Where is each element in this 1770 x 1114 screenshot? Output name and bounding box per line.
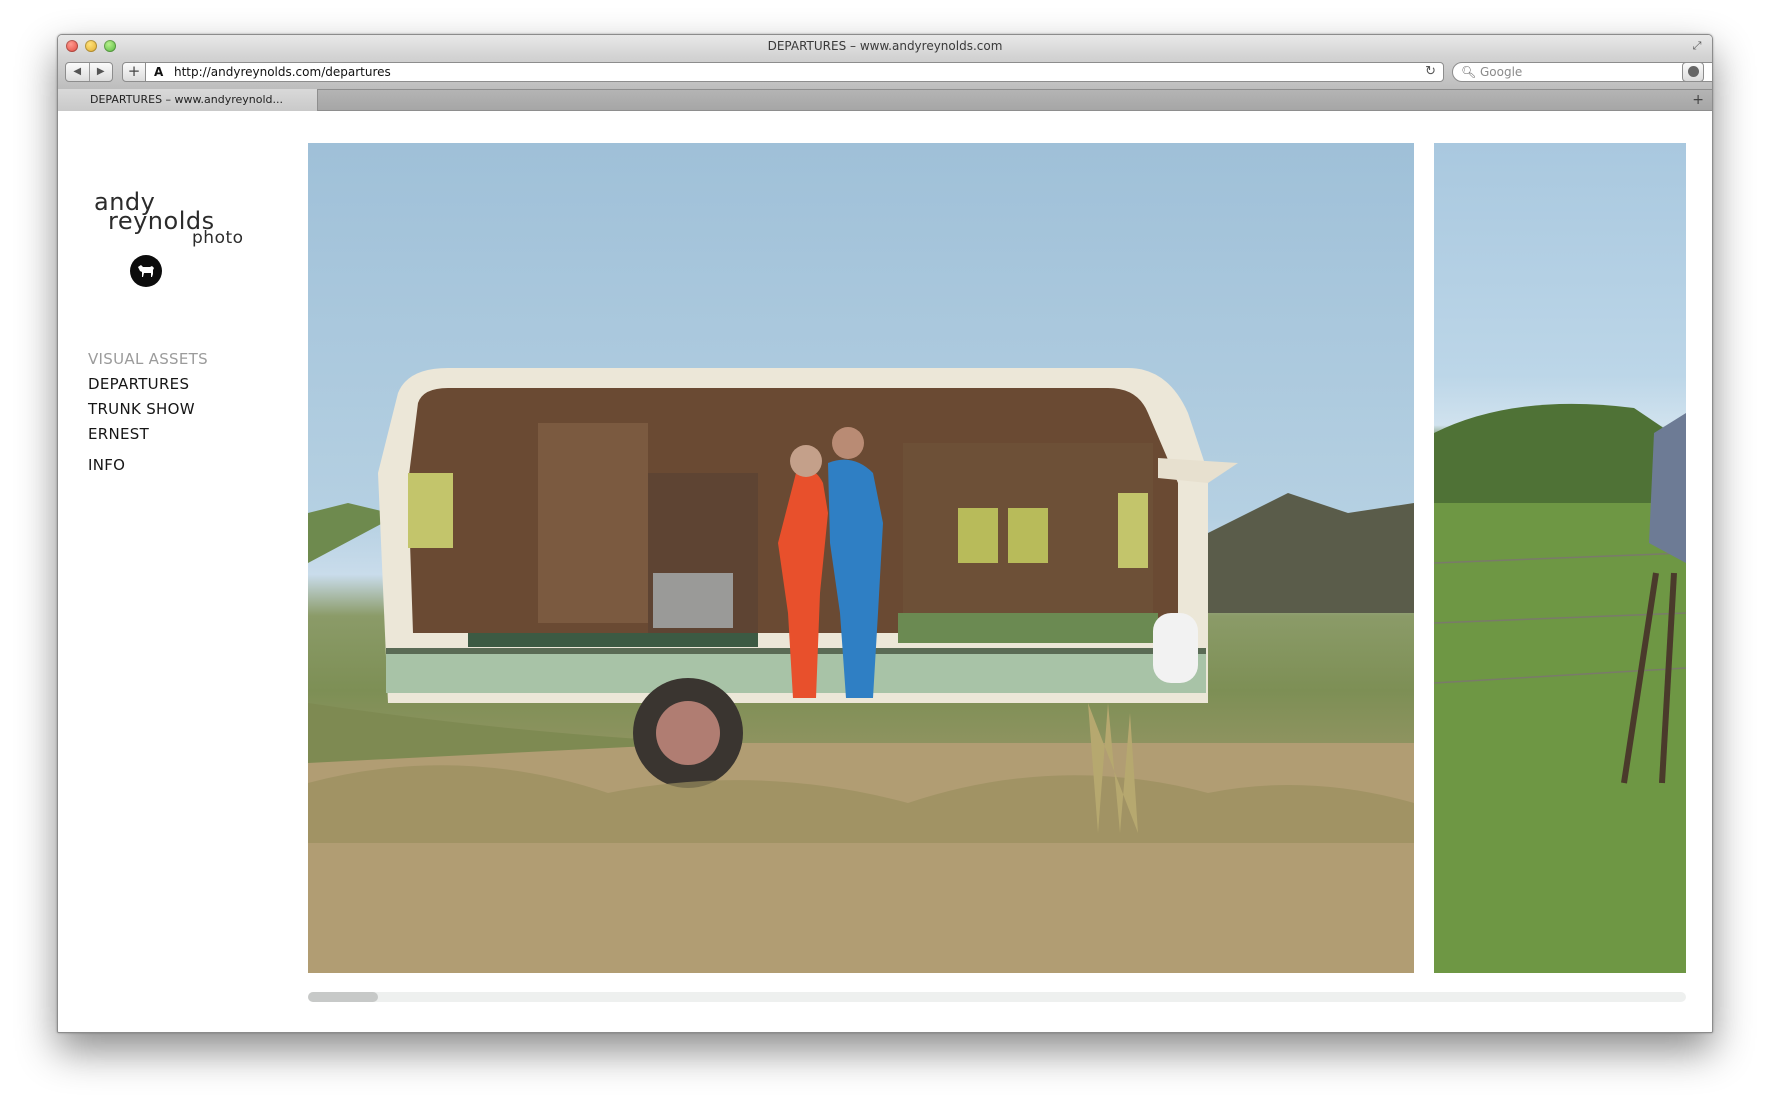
- add-bookmark-button[interactable]: +: [122, 62, 146, 82]
- new-tab-icon[interactable]: +: [1692, 90, 1704, 110]
- nav-item-info[interactable]: INFO: [88, 453, 208, 478]
- gallery-photo-next[interactable]: [1434, 143, 1686, 973]
- nav-item-departures[interactable]: DEPARTURES: [88, 372, 208, 397]
- nav-item-visual-assets[interactable]: VISUAL ASSETS: [88, 347, 208, 372]
- history-buttons: ◀ ▶: [65, 62, 113, 82]
- field-photo-illustration: [1434, 403, 1686, 973]
- main-nav: VISUAL ASSETS DEPARTURES TRUNK SHOW ERNE…: [88, 347, 208, 478]
- close-window-button[interactable]: [66, 40, 78, 52]
- fullscreen-icon[interactable]: ⤢: [1690, 39, 1704, 53]
- window-controls: [66, 40, 116, 52]
- search-placeholder: Google: [1480, 65, 1523, 79]
- search-icon: 🔍︎: [1461, 65, 1477, 79]
- minimize-window-button[interactable]: [85, 40, 97, 52]
- address-url: http://andyreynolds.com/departures: [174, 65, 391, 79]
- zoom-window-button[interactable]: [104, 40, 116, 52]
- tab-departures[interactable]: DEPARTURES – www.andyreynold...: [58, 89, 318, 111]
- nav-item-ernest[interactable]: ERNEST: [88, 422, 208, 447]
- tab-label: DEPARTURES – www.andyreynold...: [90, 93, 284, 106]
- title-bar: DEPARTURES – www.andyreynolds.com ⤢: [58, 35, 1712, 57]
- gallery-photo-main[interactable]: [308, 143, 1414, 973]
- gallery-scroll-thumb[interactable]: [308, 992, 378, 1002]
- address-bar[interactable]: A http://andyreynolds.com/departures ↻: [145, 62, 1444, 82]
- reader-button[interactable]: [1682, 62, 1704, 82]
- back-button[interactable]: ◀: [66, 63, 90, 81]
- tab-strip: DEPARTURES – www.andyreynold... +: [58, 89, 1712, 111]
- page-content: andy reynolds photo VISUAL ASSETS DEPART…: [58, 112, 1712, 1032]
- reload-icon[interactable]: ↻: [1425, 63, 1436, 81]
- site-logo[interactable]: andy reynolds photo: [94, 188, 254, 278]
- browser-window: DEPARTURES – www.andyreynolds.com ⤢ ◀ ▶ …: [57, 34, 1713, 1033]
- gallery-scrollbar[interactable]: [308, 992, 1686, 1002]
- trailer-photo-illustration: [308, 368, 1414, 973]
- nav-item-trunk-show[interactable]: TRUNK SHOW: [88, 397, 208, 422]
- search-input[interactable]: 🔍︎ Google: [1452, 62, 1712, 82]
- logo-text-photo: photo: [192, 228, 244, 248]
- site-favicon-icon: A: [154, 65, 164, 79]
- toolbar: ◀ ▶ + A http://andyreynolds.com/departur…: [58, 57, 1712, 89]
- window-title: DEPARTURES – www.andyreynolds.com: [767, 39, 1003, 53]
- bull-icon[interactable]: [130, 255, 162, 287]
- reader-icon: [1688, 66, 1699, 77]
- forward-button[interactable]: ▶: [90, 63, 113, 81]
